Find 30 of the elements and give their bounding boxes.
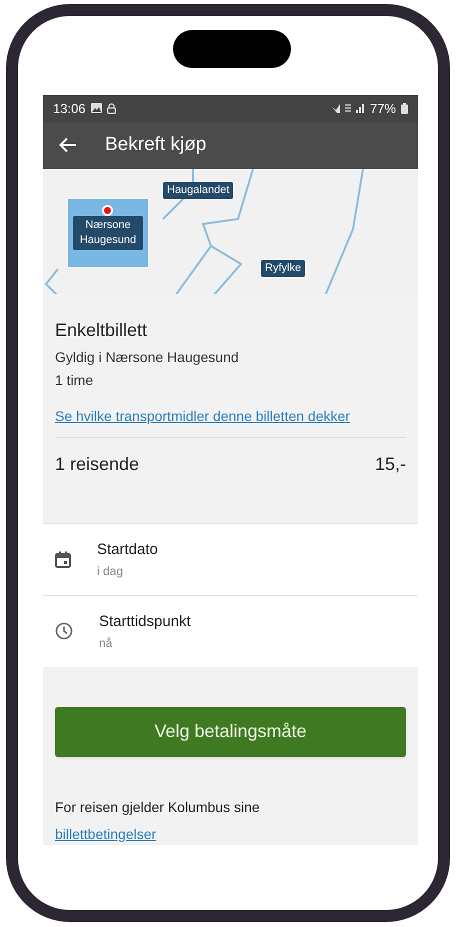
back-arrow-icon [59,137,77,154]
image-icon [90,103,102,114]
transport-info-link[interactable]: Se hvilke transportmidler denne billetten dekker [55,406,406,427]
option-label: Starttidspunkt [99,612,191,632]
header-title: Bekreft kjøp [105,132,206,157]
clock-icon [55,622,73,640]
lock-icon [106,102,116,114]
ticket-title: Enkeltbillett [55,318,148,342]
status-time: 13:06 [53,100,86,118]
option-value: nå [99,634,114,652]
selected-zone-area[interactable]: Nærsone Haugesund [68,198,148,267]
calendar-icon [55,550,71,568]
battery-percent: 77% [370,100,396,118]
ticket-validity: Gyldig i Nærsone Haugesund [55,348,240,367]
zone-label: Nærsone Haugesund [73,216,143,250]
terms-link[interactable]: billettbetingelser [55,824,156,845]
battery-icon [401,102,408,114]
start-option-row[interactable]: Starttidspunkt nå [43,594,418,667]
ticket-duration: 1 time [55,370,94,390]
option-value: i dag [97,562,124,580]
location-pin-icon [102,204,113,216]
option-label: Startdato [97,540,158,560]
ticket-price: 15,- [374,453,406,476]
zone-label[interactable]: Ryfylke [261,260,306,277]
payment-method-button[interactable]: Velg betalingsmåte [55,706,406,757]
zone-label[interactable]: Haugalandet [163,182,234,199]
signal-icon [330,102,365,114]
terms-text: For reisen gjelder Kolumbus sine [55,798,261,817]
traveller-count: 1 reisende [55,453,140,476]
start-option-row[interactable]: Startdato i dag [43,522,418,595]
